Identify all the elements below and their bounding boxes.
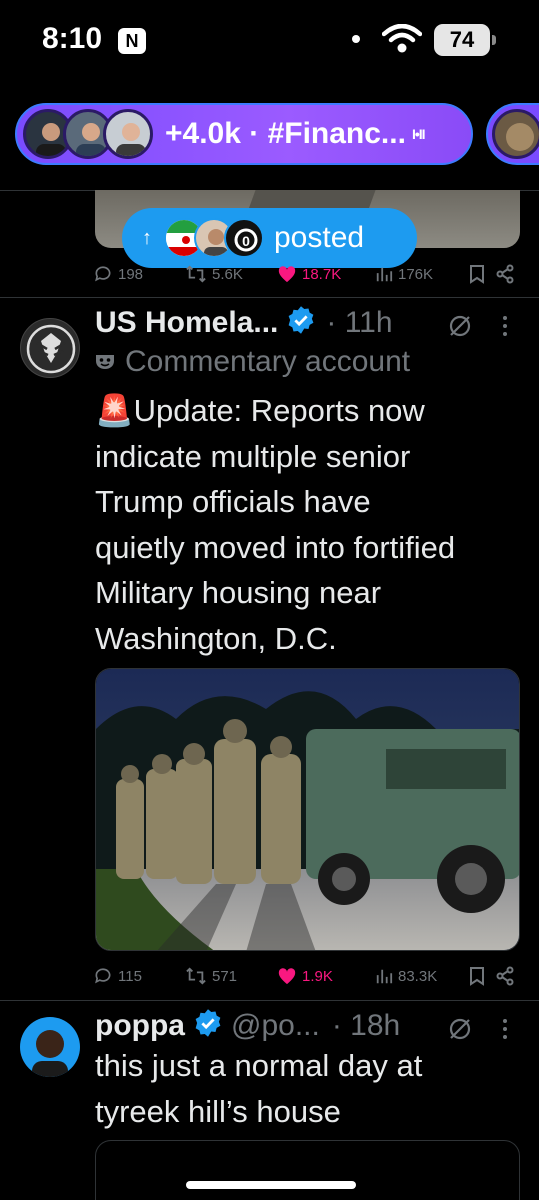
- arrow-up-icon: ↑: [142, 226, 152, 249]
- tweet-line: Trump officials have: [95, 484, 371, 519]
- bookmark-icon: [470, 967, 484, 986]
- status-dot-icon: [352, 35, 360, 43]
- status-time: 8:10: [42, 22, 103, 55]
- tweet-line: 🚨Update: Reports now: [95, 393, 425, 428]
- share-button[interactable]: [495, 264, 515, 284]
- battery-nub: [492, 35, 496, 45]
- spaces-label: +4.0k · #Financ...: [165, 117, 406, 150]
- author-avatar[interactable]: [20, 1017, 80, 1077]
- tweet-text: 🚨Update: Reports now indicate multiple s…: [95, 388, 525, 661]
- bookmark-button[interactable]: [469, 264, 485, 284]
- new-posts-button[interactable]: ↑ 0 posted: [122, 208, 417, 268]
- like-button[interactable]: 1.9K: [277, 967, 333, 985]
- shield-eagle-icon: [26, 324, 76, 374]
- status-bar: 8:10 N 74: [0, 0, 539, 80]
- heart-icon: [278, 968, 296, 985]
- retweet-count: 571: [212, 967, 238, 985]
- bookmark-icon: [470, 265, 484, 284]
- tweet-actions: 115 571 1.9K 83.3K: [93, 964, 518, 988]
- reply-count: 198: [118, 265, 144, 283]
- mask-icon: [96, 355, 114, 369]
- views-button[interactable]: 176K: [375, 265, 433, 283]
- reply-count: 115: [118, 967, 142, 985]
- previous-tweet-actions: 198 5.6K 18.7K 176K: [93, 262, 518, 286]
- retweet-icon: [186, 967, 206, 985]
- tweet-time[interactable]: · 11h: [326, 306, 392, 340]
- tweet-line: tyreek hill’s house: [95, 1093, 341, 1129]
- divider: [0, 297, 539, 298]
- svg-text:0: 0: [242, 233, 250, 249]
- tweet-line: this just a normal day at: [95, 1048, 423, 1083]
- reply-icon: [95, 968, 111, 984]
- tweet-text: this just a normal day at tyreek hill’s …: [95, 1043, 525, 1134]
- heart-icon: [278, 266, 296, 283]
- share-button[interactable]: [495, 966, 515, 986]
- spaces-live-pill-next[interactable]: [486, 103, 539, 165]
- view-count: 83.3K: [398, 967, 438, 985]
- tweet-header: US Homela... · 11h: [95, 305, 393, 340]
- share-icon: [496, 264, 514, 284]
- more-options-icon[interactable]: [500, 1017, 510, 1046]
- commentary-text: Commentary account: [125, 345, 411, 378]
- more-options-icon[interactable]: [500, 314, 510, 343]
- battery-icon: 74: [434, 24, 490, 56]
- posted-label: posted: [274, 221, 365, 254]
- bookmark-button[interactable]: [469, 966, 485, 986]
- tweet-line: Washington, D.C.: [95, 620, 337, 656]
- poster-avatar: 0: [224, 218, 264, 258]
- retweet-icon: [186, 265, 206, 283]
- quoted-tweet-card[interactable]: [95, 1140, 520, 1200]
- verified-badge-icon: [286, 305, 316, 340]
- views-icon: [376, 969, 393, 984]
- divider: [0, 1000, 539, 1001]
- wifi-icon: [381, 23, 423, 59]
- share-icon: [496, 966, 514, 986]
- audio-bars-icon: I•II: [411, 126, 426, 142]
- grok-icon[interactable]: [446, 312, 474, 345]
- spaces-live-pill[interactable]: +4.0k · #Financ... I•II: [15, 103, 473, 165]
- tweet-line: indicate multiple senior: [95, 438, 411, 474]
- like-count: 1.9K: [302, 967, 333, 985]
- views-icon: [376, 267, 393, 282]
- reply-button[interactable]: 198: [93, 264, 143, 284]
- retweet-count: 5.6K: [212, 265, 243, 283]
- tweet-line: Military housing near: [95, 575, 382, 610]
- tweet-photo[interactable]: [95, 668, 520, 951]
- retweet-button[interactable]: 571: [185, 966, 237, 986]
- views-button[interactable]: 83.3K: [375, 967, 437, 985]
- verified-badge-icon: [193, 1008, 223, 1043]
- like-count: 18.7K: [302, 265, 342, 283]
- home-indicator[interactable]: [186, 1181, 356, 1189]
- space-host-avatar: [492, 109, 539, 159]
- like-button[interactable]: 18.7K: [277, 265, 341, 283]
- author-name[interactable]: poppa: [95, 1009, 185, 1043]
- space-speaker-avatar: [103, 109, 153, 159]
- author-handle[interactable]: @po...: [231, 1009, 320, 1043]
- retweet-button[interactable]: 5.6K: [185, 264, 243, 284]
- view-count: 176K: [398, 265, 434, 283]
- author-name[interactable]: US Homela...: [95, 306, 278, 340]
- tweet-line: quietly moved into fortified: [95, 529, 456, 565]
- author-avatar[interactable]: [20, 318, 80, 378]
- tweet-time[interactable]: · 18h: [332, 1009, 400, 1043]
- app-notification-icon: N: [118, 28, 146, 54]
- commentary-label: Commentary account: [95, 345, 410, 379]
- reply-icon: [95, 266, 111, 282]
- tweet-header: poppa @po... · 18h: [95, 1008, 400, 1043]
- reply-button[interactable]: 115: [93, 966, 142, 986]
